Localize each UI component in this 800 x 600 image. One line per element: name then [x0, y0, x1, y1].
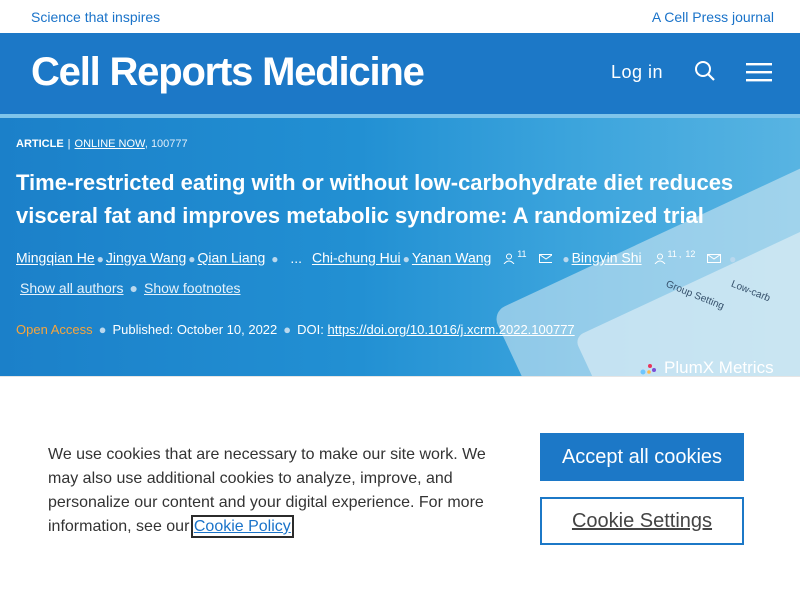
publication-info: Open Access ● Published: October 10, 2022 ●… [16, 322, 575, 337]
online-now-link[interactable]: ONLINE NOW [75, 138, 145, 150]
article-hero: Group Setting Low-carb ARTICLE | ONLINE NO… [0, 114, 800, 376]
published-date: October 10, 2022 [176, 322, 278, 337]
plumx-label: PlumX Metrics [664, 358, 774, 376]
author-link[interactable]: Yanan Wang [412, 250, 491, 266]
author-link[interactable]: Chi-chung Hui [312, 250, 401, 266]
plumx-icon [640, 363, 656, 375]
author-toggles: Show all authors ● Show footnotes [20, 280, 241, 296]
article-number: , 100777 [144, 138, 188, 150]
doi-link[interactable]: https://doi.org/10.1016/j.xcrm.2022.1007… [328, 322, 575, 337]
article-type: ARTICLE [16, 138, 64, 150]
person-icon[interactable] [654, 253, 666, 265]
login-link[interactable]: Log in [611, 62, 663, 83]
cookie-policy-link[interactable]: Cookie Policy [190, 515, 294, 538]
person-icon[interactable] [503, 253, 515, 265]
mail-icon[interactable] [707, 253, 722, 264]
author-link[interactable]: Qian Liang [198, 250, 266, 266]
plumx-metrics[interactable]: PlumX Metrics [640, 358, 774, 376]
accept-all-cookies-button[interactable]: Accept all cookies [540, 433, 744, 481]
author-link[interactable]: Mingqian He [16, 250, 95, 266]
cookie-settings-button[interactable]: Cookie Settings [540, 497, 744, 545]
author-link[interactable]: Jingya Wang [106, 250, 186, 266]
author-list: Mingqian He ● Jingya Wang ● Qian Liang ● ... … [16, 249, 737, 266]
tagline: Science that inspires [31, 9, 161, 25]
authors-ellipsis: ... [290, 249, 303, 266]
published-label: Published: [112, 322, 174, 337]
doi-label: DOI: [297, 322, 324, 337]
show-footnotes-link[interactable]: Show footnotes [144, 280, 241, 296]
journal-logo[interactable]: Cell Reports Medicine [31, 48, 425, 96]
search-icon[interactable] [694, 60, 716, 82]
affiliation-sup[interactable]: 12 [685, 249, 695, 259]
open-access-badge: Open Access [16, 322, 93, 337]
author-link[interactable]: Bingyin Shi [572, 250, 642, 266]
show-all-authors-link[interactable]: Show all authors [20, 280, 124, 296]
article-meta: ARTICLE | ONLINE NOW, 100777 [16, 138, 188, 150]
cookie-banner: We use cookies that are necessary to mak… [0, 376, 800, 600]
affiliation-sup[interactable]: 11 [668, 249, 677, 259]
cookie-message: We use cookies that are necessary to mak… [48, 443, 498, 539]
menu-icon[interactable] [746, 62, 772, 82]
hero-divider [0, 114, 800, 118]
site-header: Cell Reports Medicine Log in [0, 33, 800, 114]
top-bar: Science that inspires A Cell Press journ… [0, 0, 800, 33]
affiliation-sup[interactable]: 11 [517, 249, 526, 259]
mail-icon[interactable] [538, 253, 553, 264]
article-title: Time-restricted eating with or without l… [16, 170, 734, 228]
journal-note-link[interactable]: A Cell Press journal [652, 9, 774, 25]
